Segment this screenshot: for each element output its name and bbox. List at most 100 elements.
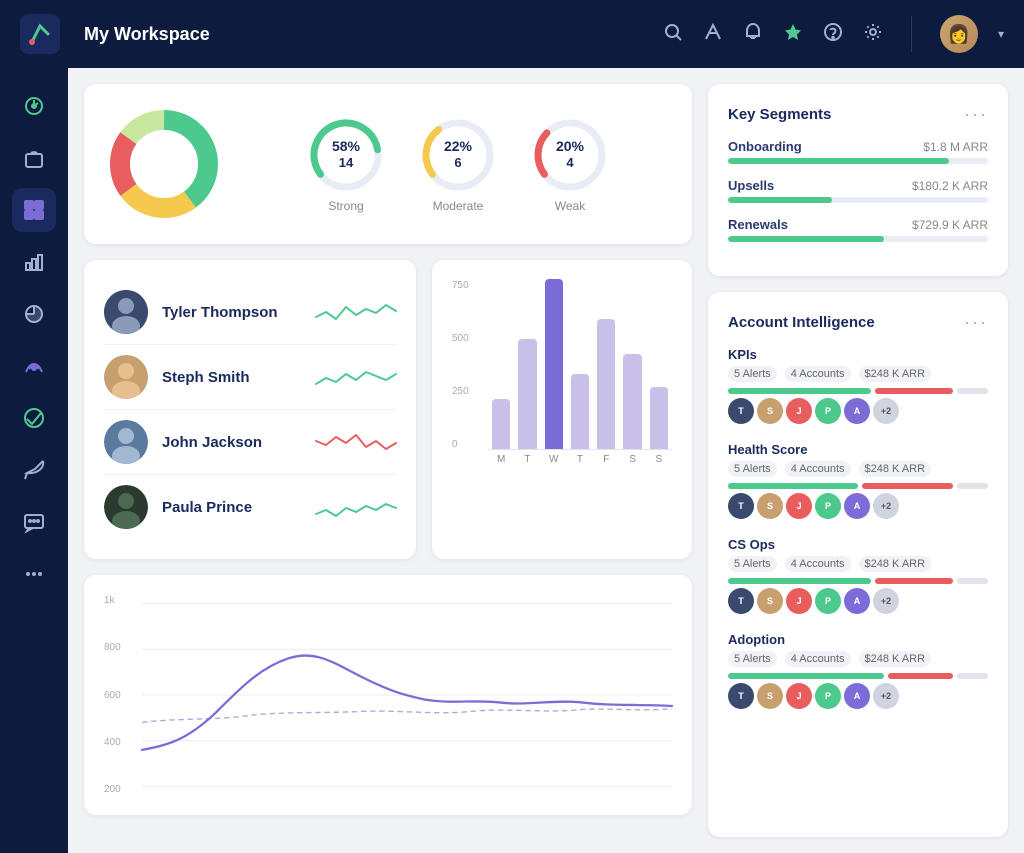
key-segments-more[interactable]: ··· (964, 104, 988, 125)
bar-col-T1 (518, 339, 536, 449)
ai-sub-header: CS Ops (728, 537, 988, 552)
gauge-moderate-label: Moderate (433, 199, 484, 213)
topnav-icon-group: 👩 ▾ (663, 15, 1004, 53)
mini-avatar: A (844, 398, 870, 424)
person-name-steph: Steph Smith (162, 369, 302, 386)
progress-bar-bg (728, 158, 988, 164)
bar-x-label: S (650, 454, 668, 465)
progress-bar-bg (728, 236, 988, 242)
progress-bar-bg (728, 197, 988, 203)
sidebar-item-check[interactable] (12, 396, 56, 440)
mini-avatar: J (786, 683, 812, 709)
sidebar-item-more[interactable] (12, 552, 56, 596)
sidebar-item-bag[interactable] (12, 136, 56, 180)
ai-sub-header: Adoption (728, 632, 988, 647)
mini-avatar: S (757, 493, 783, 519)
ai-avatars: T S J P A +2 (728, 493, 988, 519)
ai-bar-gray (957, 578, 988, 584)
content-right: Key Segments ··· Onboarding $1.8 M ARR (708, 84, 1008, 837)
mini-avatar-more: +2 (873, 683, 899, 709)
gear-icon[interactable] (863, 22, 883, 47)
sidebar-item-message[interactable] (12, 500, 56, 544)
ai-bar-red (875, 578, 953, 584)
line-y-label: 600 (104, 690, 136, 701)
award-icon[interactable] (783, 22, 803, 47)
line-y-label: 200 (104, 784, 136, 795)
metrics-card: 58% 14 Strong 22% 6 Moderate (84, 84, 692, 244)
bar-x-label: T (571, 454, 589, 465)
metrics-gauges: 58% 14 Strong 22% 6 Moderate (244, 115, 672, 213)
ai-bar-gray (957, 673, 988, 679)
ai-bar-row (728, 388, 988, 394)
sparkline-john (316, 427, 396, 457)
person-avatar-paula (104, 485, 148, 529)
sidebar-item-chart[interactable] (12, 240, 56, 284)
ai-header: Account Intelligence ··· (728, 312, 988, 333)
segment-row-renewals: Renewals $729.9 K ARR (728, 217, 988, 242)
avatar-chevron-icon[interactable]: ▾ (998, 27, 1004, 41)
ai-sub-header: Health Score (728, 442, 988, 457)
segment-row-onboarding: Onboarding $1.8 M ARR (728, 139, 988, 164)
ai-avatars: T S J P A +2 (728, 683, 988, 709)
segment-arr: $1.8 M ARR (923, 140, 988, 154)
ai-arr-badge: $248 K ARR (859, 366, 932, 382)
ai-accounts-badge: 4 Accounts (785, 461, 851, 477)
segment-header: Key Segments ··· (728, 104, 988, 125)
progress-bar-fill (728, 197, 832, 203)
search-icon[interactable] (663, 22, 683, 47)
sidebar-item-feather[interactable] (12, 448, 56, 492)
bar-col-M (492, 399, 510, 449)
line-y-label: 800 (104, 642, 136, 653)
sidebar-item-signal[interactable] (12, 344, 56, 388)
mini-avatar: P (815, 493, 841, 519)
gauge-strong-label: Strong (328, 199, 363, 213)
bar-x-label: F (597, 454, 615, 465)
sidebar-item-dashboard[interactable] (12, 84, 56, 128)
ai-meta: 5 Alerts 4 Accounts $248 K ARR (728, 366, 988, 382)
ai-avatars: T S J P A +2 (728, 398, 988, 424)
svg-text:6: 6 (454, 155, 461, 170)
help-icon[interactable] (823, 22, 843, 47)
bar-x-label: W (545, 454, 563, 465)
user-avatar[interactable]: 👩 (940, 15, 978, 53)
mini-avatar: S (757, 588, 783, 614)
segment-arr: $729.9 K ARR (912, 218, 988, 232)
mini-avatar: T (728, 683, 754, 709)
ai-item-kpis: KPIs 5 Alerts 4 Accounts $248 K ARR T S (728, 347, 988, 424)
bar-col-W (545, 279, 563, 449)
sidebar (0, 68, 68, 853)
mini-avatar: J (786, 493, 812, 519)
workspace-title: My Workspace (84, 24, 647, 45)
top-navigation: My Workspace (0, 0, 1024, 68)
nav-divider (911, 16, 912, 52)
svg-text:14: 14 (339, 155, 354, 170)
person-name-john: John Jackson (162, 434, 302, 451)
person-name-paula: Paula Prince (162, 499, 302, 516)
bar-x-label: T (518, 454, 536, 465)
ai-title: Account Intelligence (728, 314, 875, 331)
sidebar-item-grid[interactable] (12, 188, 56, 232)
ai-bar-green (728, 578, 871, 584)
ai-sub-header: KPIs (728, 347, 988, 362)
ai-item-health: Health Score 5 Alerts 4 Accounts $248 K … (728, 442, 988, 519)
bar-y-label: 250 (452, 386, 482, 397)
antenna-icon[interactable] (703, 22, 723, 47)
bar-y-label: 0 (452, 439, 482, 450)
main-layout: 58% 14 Strong 22% 6 Moderate (0, 68, 1024, 853)
bar-col-T2 (571, 374, 589, 449)
ai-bar-red (875, 388, 953, 394)
bar-y-label: 500 (452, 333, 482, 344)
ai-bar-gray (957, 388, 988, 394)
sidebar-item-pie[interactable] (12, 292, 56, 336)
ai-accounts-badge: 4 Accounts (785, 366, 851, 382)
ai-more[interactable]: ··· (964, 312, 988, 333)
bar-x-label: M (492, 454, 510, 465)
person-avatar-steph (104, 355, 148, 399)
ai-arr-badge: $248 K ARR (859, 461, 932, 477)
ai-alerts-badge: 5 Alerts (728, 366, 777, 382)
ai-alerts-badge: 5 Alerts (728, 556, 777, 572)
bell-icon[interactable] (743, 22, 763, 47)
svg-text:4: 4 (566, 155, 574, 170)
mini-avatar: P (815, 398, 841, 424)
mini-avatar: T (728, 398, 754, 424)
